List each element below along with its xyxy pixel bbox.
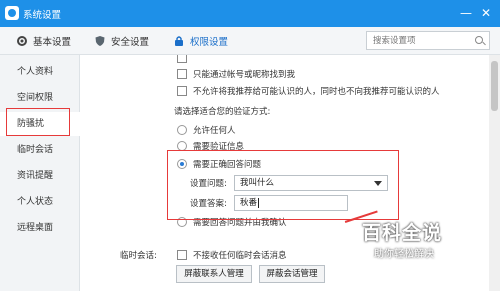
- search-input[interactable]: [366, 31, 490, 50]
- checkbox[interactable]: [177, 55, 187, 63]
- sidebar-item-remote-desktop[interactable]: 远程桌面: [0, 216, 80, 240]
- title-bar: 系统设置 — ✕: [0, 0, 500, 27]
- sidebar: 个人资料 空间权限 防骚扰 临时会话 资讯提醒 个人状态 远程桌面: [0, 55, 80, 291]
- scrollbar-thumb[interactable]: [491, 61, 498, 111]
- tab-label: 安全设置: [111, 37, 150, 48]
- sidebar-item-profile[interactable]: 个人资料: [0, 60, 80, 84]
- option-label: 允许任何人: [193, 126, 236, 136]
- question-highlight-box: [167, 150, 399, 220]
- temp-session-option[interactable]: 不接收任何临时会话消息: [177, 249, 287, 261]
- find-option-row[interactable]: [177, 55, 193, 63]
- option-label: 只能通过帐号或昵称找到我: [193, 70, 296, 80]
- checkbox[interactable]: [177, 250, 187, 260]
- sidebar-item-temp-session[interactable]: 临时会话: [0, 138, 80, 162]
- shield-icon: [94, 35, 106, 47]
- sidebar-item-personal-status[interactable]: 个人状态: [0, 190, 80, 214]
- tab-security-settings[interactable]: 安全设置: [94, 33, 149, 49]
- window-title: 系统设置: [23, 10, 62, 21]
- option-label: 不接收任何临时会话消息: [193, 251, 287, 261]
- temp-session-label: 临时会话:: [120, 251, 157, 261]
- verify-option-anyone[interactable]: 允许任何人: [177, 124, 236, 136]
- sidebar-highlight-box: [6, 108, 70, 136]
- checkbox[interactable]: [177, 86, 187, 96]
- radio-button[interactable]: [177, 125, 187, 135]
- verify-heading: 请选择适合您的验证方式:: [174, 107, 271, 117]
- tab-label: 权限设置: [190, 37, 229, 48]
- gear-icon: [16, 35, 28, 47]
- sidebar-item-space-permission[interactable]: 空间权限: [0, 86, 80, 110]
- tab-label: 基本设置: [33, 37, 72, 48]
- watermark-title: 百科全说: [362, 222, 443, 244]
- tab-basic-settings[interactable]: 基本设置: [16, 33, 71, 49]
- block-sessions-button[interactable]: 屏蔽会话管理: [259, 265, 325, 283]
- search-icon[interactable]: [475, 36, 483, 44]
- checkbox[interactable]: [177, 69, 187, 79]
- watermark: 百科全说 助你轻松解决: [362, 218, 492, 268]
- block-contacts-button[interactable]: 屏蔽联系人管理: [176, 265, 252, 283]
- qq-app-icon: [5, 6, 19, 20]
- settings-toolbar: 基本设置 安全设置 权限设置: [0, 27, 500, 55]
- close-icon[interactable]: ✕: [478, 5, 494, 21]
- watermark-subtitle: 助你轻松解决: [374, 249, 434, 260]
- sidebar-item-news-reminder[interactable]: 资讯提醒: [0, 164, 80, 188]
- find-option-row[interactable]: 只能通过帐号或昵称找到我: [177, 68, 295, 80]
- minimize-icon[interactable]: —: [458, 5, 474, 21]
- tab-permission-settings[interactable]: 权限设置: [173, 33, 228, 49]
- option-label: 不允许将我推荐给可能认识的人，同时也不向我推荐可能认识的人: [193, 87, 440, 97]
- lock-icon: [173, 35, 185, 47]
- find-option-row[interactable]: 不允许将我推荐给可能认识的人，同时也不向我推荐可能认识的人: [177, 85, 440, 97]
